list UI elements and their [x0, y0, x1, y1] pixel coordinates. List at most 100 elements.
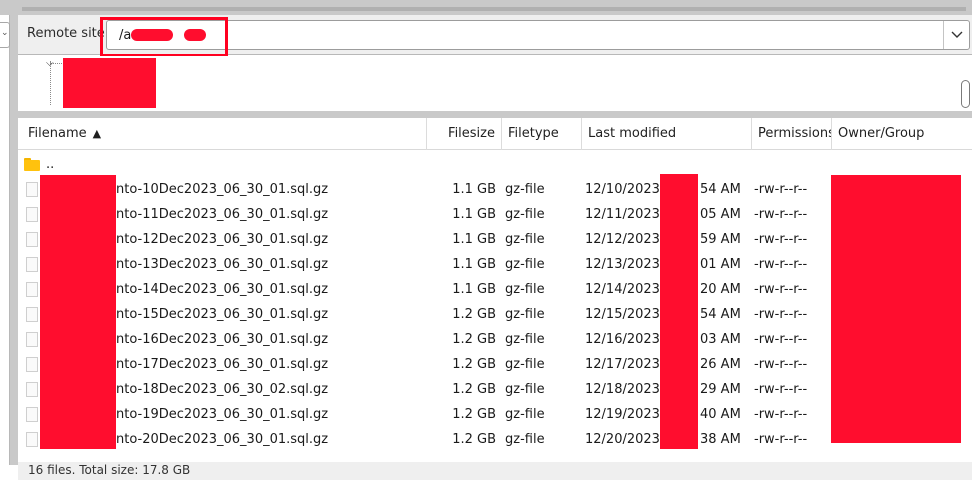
remote-directory-tree[interactable]: ⌵: [18, 56, 972, 111]
file-icon: [26, 332, 38, 347]
redaction-mark: [831, 175, 961, 443]
file-modified-time: 40 AM: [700, 407, 741, 422]
file-name: nto-20Dec2023_06_30_01.sql.gz: [116, 432, 329, 447]
file-name: nto-11Dec2023_06_30_01.sql.gz: [116, 207, 329, 222]
remote-site-label: Remote site:: [27, 26, 110, 41]
file-type: gz-file: [505, 357, 545, 372]
chevron-down-icon: ⌄: [1, 28, 9, 38]
vertical-splitter[interactable]: [10, 15, 18, 465]
file-permissions: -rw-r--r--: [754, 407, 808, 422]
file-modified-date: 12/20/2023: [585, 432, 660, 447]
file-modified-time: 38 AM: [700, 432, 741, 447]
redaction-mark: [63, 58, 156, 108]
file-name: nto-13Dec2023_06_30_01.sql.gz: [116, 257, 329, 272]
file-icon: [26, 407, 38, 422]
file-size: 1.1 GB: [452, 257, 496, 272]
file-size: 1.2 GB: [452, 407, 496, 422]
file-row[interactable]: nto-15Dec2023_06_30_01.sql.gz 1.2 GB gz-fi…: [18, 302, 972, 327]
file-modified-time: 01 AM: [700, 257, 741, 272]
column-header-owner-group[interactable]: Owner/Group: [832, 118, 972, 150]
file-icon: [26, 232, 38, 247]
file-permissions: -rw-r--r--: [754, 207, 808, 222]
file-type: gz-file: [505, 307, 545, 322]
file-name: nto-10Dec2023_06_30_01.sql.gz: [116, 182, 329, 197]
file-name: nto-16Dec2023_06_30_01.sql.gz: [116, 332, 329, 347]
remote-site-bar: Remote site: /a s/ d: [18, 15, 972, 57]
parent-directory-label: ..: [46, 157, 55, 172]
file-modified-date: 12/18/2023: [585, 382, 660, 397]
file-name: nto-15Dec2023_06_30_01.sql.gz: [116, 307, 329, 322]
column-header-filesize[interactable]: Filesize: [427, 118, 502, 150]
file-icon: [26, 432, 38, 447]
file-modified-date: 12/11/2023: [585, 207, 660, 222]
top-splitter[interactable]: [0, 0, 972, 15]
file-permissions: -rw-r--r--: [754, 332, 808, 347]
chevron-down-icon: [951, 31, 963, 38]
file-type: gz-file: [505, 207, 545, 222]
file-row[interactable]: nto-18Dec2023_06_30_02.sql.gz 1.2 GB gz-fi…: [18, 377, 972, 402]
file-modified-date: 12/15/2023: [585, 307, 660, 322]
local-site-combo-edge[interactable]: ⌄: [0, 22, 10, 48]
tree-scrollbar-thumb[interactable]: [961, 80, 970, 108]
file-permissions: -rw-r--r--: [754, 182, 808, 197]
file-name: nto-14Dec2023_06_30_01.sql.gz: [116, 282, 329, 297]
file-size: 1.2 GB: [452, 332, 496, 347]
file-size: 1.2 GB: [452, 357, 496, 372]
file-icon: [26, 382, 38, 397]
file-name: nto-18Dec2023_06_30_02.sql.gz: [116, 382, 329, 397]
file-row[interactable]: nto-13Dec2023_06_30_01.sql.gz 1.1 GB gz-fi…: [18, 252, 972, 277]
sort-ascending-icon: ▲: [92, 127, 102, 140]
remote-file-list[interactable]: Filename ▲ Filesize Filetype Last modifie…: [18, 118, 972, 465]
file-size: 1.1 GB: [452, 182, 496, 197]
file-type: gz-file: [505, 282, 545, 297]
file-type: gz-file: [505, 182, 545, 197]
file-permissions: -rw-r--r--: [754, 307, 808, 322]
column-header-permissions[interactable]: Permissions: [752, 118, 832, 150]
remote-pane: Remote site: /a s/ d ⌵ Filename▲ Filesiz…: [18, 15, 972, 480]
tree-expander-icon[interactable]: ⌵: [46, 58, 54, 69]
file-modified-time: 54 AM: [700, 182, 741, 197]
file-row[interactable]: nto-20Dec2023_06_30_01.sql.gz 1.2 GB gz-fi…: [18, 427, 972, 452]
remote-path-dropdown-button[interactable]: [943, 21, 969, 49]
file-modified-date: 12/14/2023: [585, 282, 660, 297]
file-type: gz-file: [505, 232, 545, 247]
file-size: 1.1 GB: [452, 207, 496, 222]
file-row[interactable]: nto-16Dec2023_06_30_01.sql.gz 1.2 GB gz-fi…: [18, 327, 972, 352]
horizontal-splitter[interactable]: [18, 111, 972, 118]
file-row[interactable]: nto-10Dec2023_06_30_01.sql.gz 1.1 GB gz-fi…: [18, 177, 972, 202]
column-header-filename[interactable]: Filename ▲: [18, 118, 427, 150]
parent-directory-row[interactable]: ..: [18, 152, 972, 177]
file-permissions: -rw-r--r--: [754, 282, 808, 297]
file-row[interactable]: nto-11Dec2023_06_30_01.sql.gz 1.1 GB gz-fi…: [18, 202, 972, 227]
file-modified-date: 12/16/2023: [585, 332, 660, 347]
file-list-header: Filename ▲ Filesize Filetype Last modifie…: [18, 118, 972, 150]
file-type: gz-file: [505, 432, 545, 447]
file-type: gz-file: [505, 382, 545, 397]
file-row[interactable]: nto-19Dec2023_06_30_01.sql.gz 1.2 GB gz-fi…: [18, 402, 972, 427]
file-permissions: -rw-r--r--: [754, 357, 808, 372]
file-modified-time: 29 AM: [700, 382, 741, 397]
file-row[interactable]: nto-17Dec2023_06_30_01.sql.gz 1.2 GB gz-fi…: [18, 352, 972, 377]
file-permissions: -rw-r--r--: [754, 257, 808, 272]
file-modified-time: 20 AM: [700, 282, 741, 297]
file-name: nto-17Dec2023_06_30_01.sql.gz: [116, 357, 329, 372]
file-icon: [26, 207, 38, 222]
file-name: nto-12Dec2023_06_30_01.sql.gz: [116, 232, 329, 247]
file-modified-date: 12/13/2023: [585, 257, 660, 272]
file-modified-time: 26 AM: [700, 357, 741, 372]
file-permissions: -rw-r--r--: [754, 382, 808, 397]
folder-icon: [24, 158, 40, 171]
highlight-box: [100, 17, 228, 57]
column-header-last-modified[interactable]: Last modified: [582, 118, 752, 150]
file-row[interactable]: nto-12Dec2023_06_30_01.sql.gz 1.1 GB gz-fi…: [18, 227, 972, 252]
file-icon: [26, 182, 38, 197]
file-modified-date: 12/19/2023: [585, 407, 660, 422]
column-header-filetype[interactable]: Filetype: [502, 118, 582, 150]
file-modified-time: 05 AM: [700, 207, 741, 222]
remote-site-path-combo[interactable]: /a s/ d: [106, 20, 970, 50]
file-row[interactable]: nto-14Dec2023_06_30_01.sql.gz 1.1 GB gz-fi…: [18, 277, 972, 302]
file-size: 1.1 GB: [452, 232, 496, 247]
file-icon: [26, 282, 38, 297]
file-permissions: -rw-r--r--: [754, 232, 808, 247]
file-modified-date: 12/17/2023: [585, 357, 660, 372]
